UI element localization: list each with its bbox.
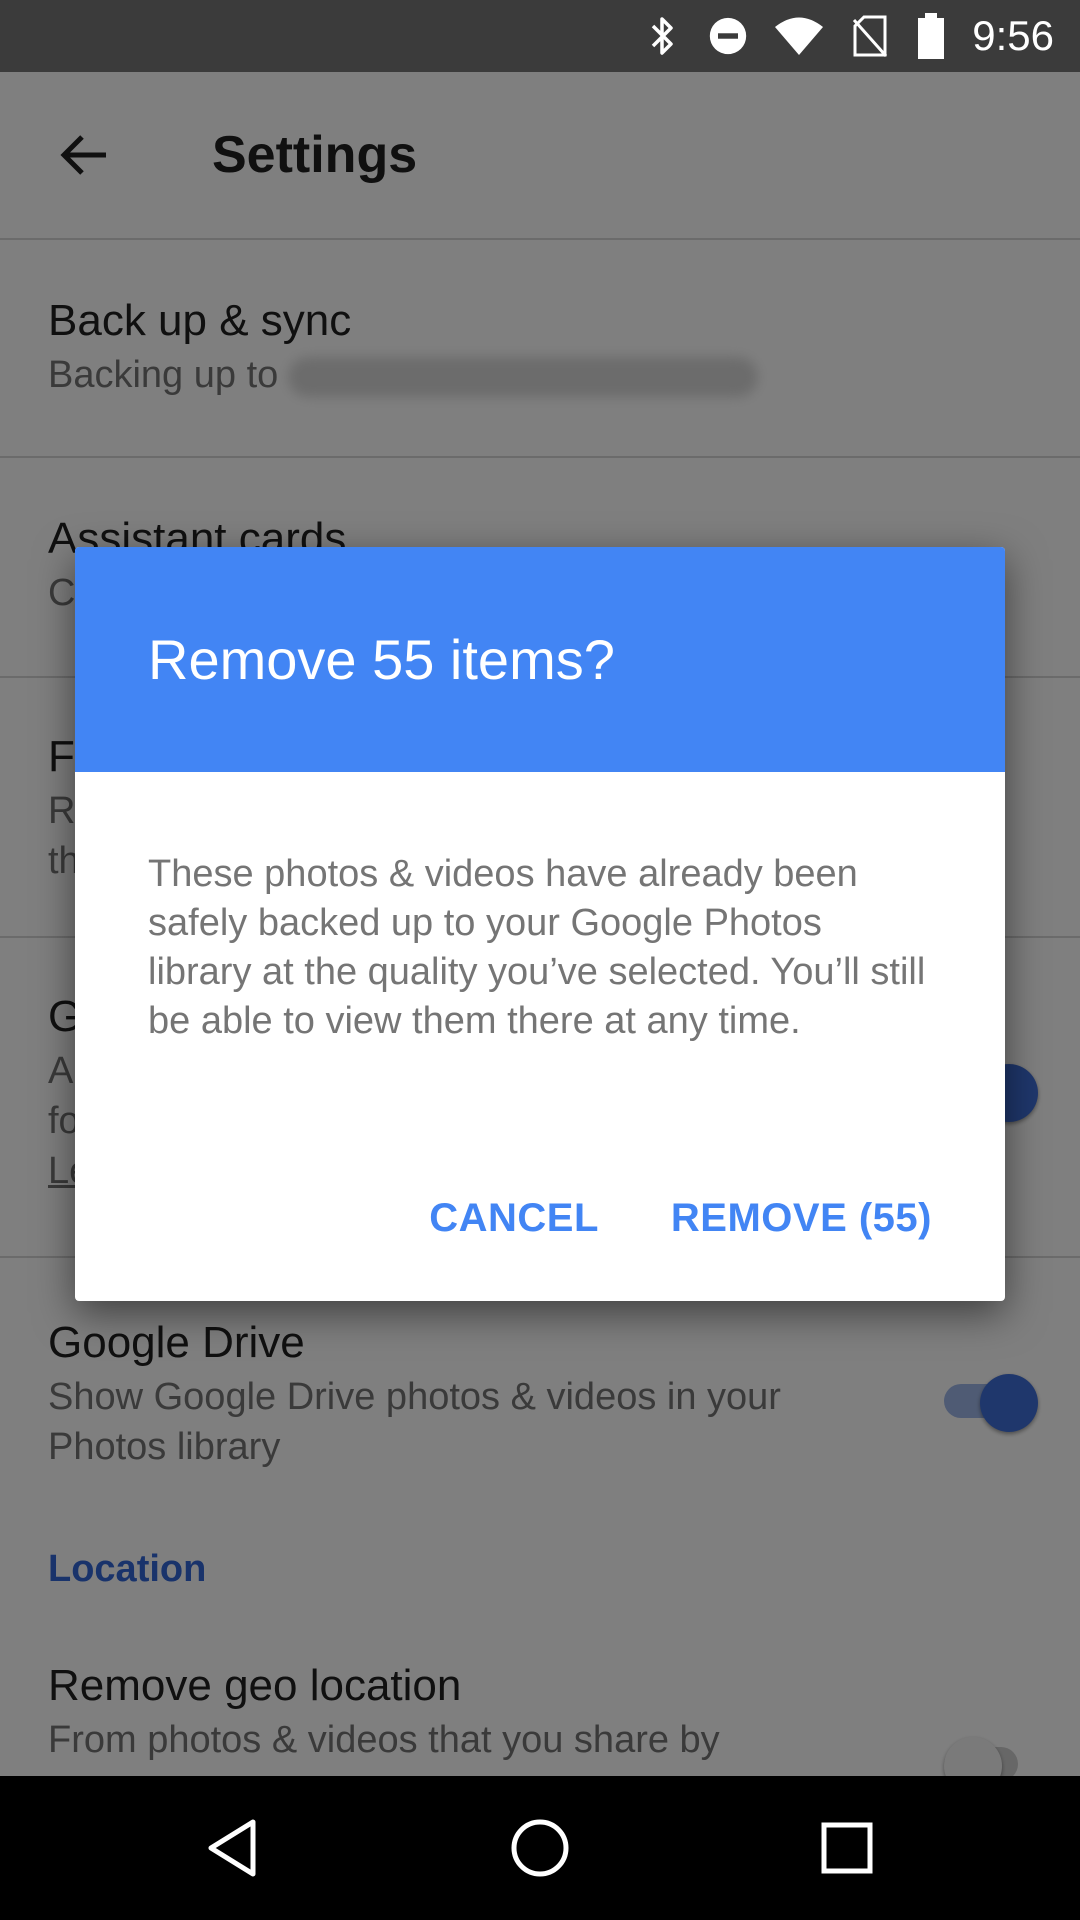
remove-items-dialog: Remove 55 items? These photos & videos h…: [75, 547, 1005, 1301]
bluetooth-icon: [642, 14, 682, 58]
battery-icon: [916, 13, 946, 59]
do-not-disturb-icon: [708, 14, 748, 58]
cancel-button[interactable]: CANCEL: [429, 1196, 599, 1241]
no-sim-icon: [850, 14, 890, 58]
dialog-title: Remove 55 items?: [148, 628, 615, 691]
status-bar: 9:56: [0, 0, 1080, 72]
home-circle-icon[interactable]: [490, 1798, 590, 1898]
dialog-message: These photos & videos have already been …: [148, 853, 926, 1042]
back-triangle-icon[interactable]: [183, 1798, 283, 1898]
status-time: 9:56: [972, 12, 1054, 59]
recents-square-icon[interactable]: [797, 1798, 897, 1898]
navigation-bar: [0, 1776, 1080, 1920]
dialog-actions: CANCEL REMOVE (55): [429, 1196, 932, 1241]
wifi-icon: [774, 14, 824, 58]
remove-button[interactable]: REMOVE (55): [671, 1196, 932, 1241]
dialog-header: Remove 55 items?: [75, 547, 1005, 772]
